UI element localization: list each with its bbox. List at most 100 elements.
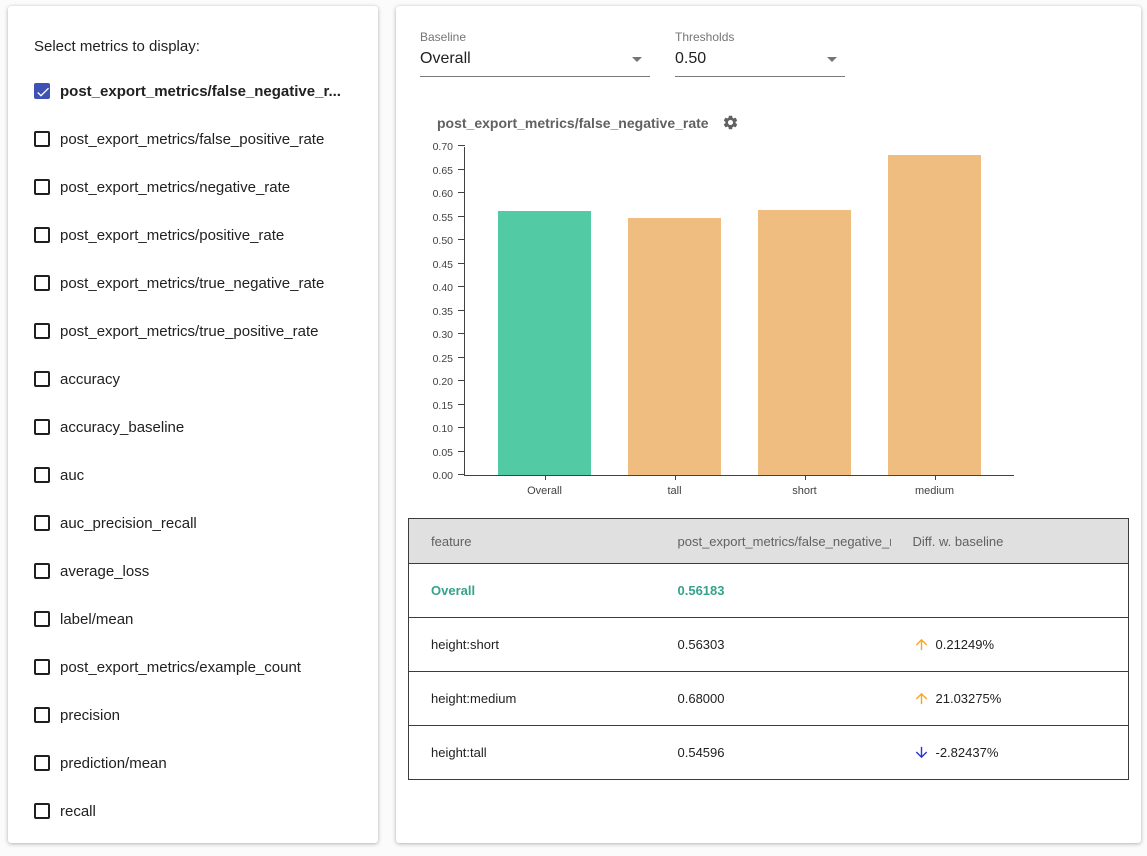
down-arrow-icon — [913, 744, 930, 761]
metric-checkbox-item[interactable]: accuracy — [34, 355, 358, 403]
y-tick-mark — [458, 404, 465, 405]
x-axis-label: Overall — [485, 485, 605, 497]
checkbox-icon[interactable] — [34, 467, 50, 483]
x-axis-label: short — [745, 485, 865, 497]
checkbox-icon[interactable] — [34, 755, 50, 771]
metric-checkbox-item[interactable]: auc_precision_recall — [34, 499, 358, 547]
bar-short[interactable] — [758, 210, 851, 475]
metric-checkbox-item[interactable]: recall — [34, 787, 358, 835]
x-axis-label: tall — [615, 485, 735, 497]
metric-item-label: label/mean — [60, 611, 133, 628]
chart-title-row: post_export_metrics/false_negative_rate — [420, 114, 1117, 131]
y-tick-label: 0.35 — [433, 307, 453, 317]
feature-cell: height:medium — [409, 672, 656, 726]
y-tick-label: 0.10 — [433, 424, 453, 434]
y-tick-mark — [458, 216, 465, 217]
y-tick-label: 0.25 — [433, 354, 453, 364]
metric-checkbox-item[interactable]: accuracy_baseline — [34, 403, 358, 451]
thresholds-dropdown[interactable]: Thresholds 0.50 — [675, 30, 845, 77]
metric-checkbox-item[interactable]: post_export_metrics/example_count — [34, 643, 358, 691]
x-tick-mark — [545, 476, 546, 480]
checkbox-icon[interactable] — [34, 371, 50, 387]
metric-item-label: post_export_metrics/true_positive_rate — [60, 323, 318, 340]
checkbox-icon[interactable] — [34, 515, 50, 531]
chevron-down-icon — [632, 57, 642, 62]
checkbox-icon[interactable] — [34, 323, 50, 339]
controls-row: Baseline Overall Thresholds 0.50 — [420, 30, 1117, 77]
checkbox-icon[interactable] — [34, 179, 50, 195]
diff-percent-text: 0.21249% — [936, 637, 995, 652]
baseline-value-row[interactable]: Overall — [420, 48, 650, 77]
y-tick-label: 0.60 — [433, 189, 453, 199]
bar-tall[interactable] — [628, 218, 721, 475]
checkbox-icon[interactable] — [34, 83, 50, 99]
metric-item-label: auc_precision_recall — [60, 515, 197, 532]
feature-cell: height:short — [409, 618, 656, 672]
metric-item-label: precision — [60, 707, 120, 724]
y-tick-label: 0.45 — [433, 260, 453, 270]
y-tick-label: 0.55 — [433, 213, 453, 223]
y-tick-mark — [458, 263, 465, 264]
metric-item-label: prediction/mean — [60, 755, 167, 772]
metric-item-label: accuracy — [60, 371, 120, 388]
metric-checkbox-item[interactable]: post_export_metrics/negative_rate — [34, 163, 358, 211]
y-tick-label: 0.00 — [433, 471, 453, 481]
y-axis: 0.000.050.100.150.200.250.300.350.400.45… — [420, 147, 458, 476]
metric-value-cell: 0.54596 — [656, 726, 891, 780]
y-tick-mark — [458, 427, 465, 428]
checkbox-icon[interactable] — [34, 275, 50, 291]
bar-medium[interactable] — [888, 155, 981, 475]
chart-title: post_export_metrics/false_negative_rate — [437, 115, 709, 131]
thresholds-selected-value: 0.50 — [675, 50, 706, 68]
metric-list: post_export_metrics/false_negative_r... … — [34, 67, 358, 835]
table-row: height:tall 0.54596 -2.82437% — [409, 726, 1129, 780]
metric-item-label: accuracy_baseline — [60, 419, 184, 436]
x-axis-label: medium — [875, 485, 995, 497]
checkbox-icon[interactable] — [34, 419, 50, 435]
diff-cell — [913, 564, 1129, 617]
y-tick-label: 0.40 — [433, 283, 453, 293]
metric-item-label: auc — [60, 467, 84, 484]
metric-checkbox-item[interactable]: post_export_metrics/false_positive_rate — [34, 115, 358, 163]
metric-item-label: post_export_metrics/true_negative_rate — [60, 275, 324, 292]
checkbox-icon[interactable] — [34, 803, 50, 819]
header-metric: post_export_metrics/false_negative_rat..… — [656, 519, 891, 564]
chevron-down-icon — [827, 57, 837, 62]
metric-checkbox-item[interactable]: post_export_metrics/true_negative_rate — [34, 259, 358, 307]
y-tick-label: 0.20 — [433, 377, 453, 387]
baseline-label: Baseline — [420, 30, 650, 44]
checkbox-icon[interactable] — [34, 659, 50, 675]
checkbox-icon[interactable] — [34, 611, 50, 627]
y-tick-label: 0.65 — [433, 166, 453, 176]
header-diff: Diff. w. baseline — [891, 519, 1129, 564]
metric-checkbox-item[interactable]: precision — [34, 691, 358, 739]
checkbox-icon[interactable] — [34, 227, 50, 243]
y-tick-label: 0.50 — [433, 236, 453, 246]
metric-value-cell: 0.68000 — [656, 672, 891, 726]
checkbox-icon[interactable] — [34, 707, 50, 723]
metric-checkbox-item[interactable]: average_loss — [34, 547, 358, 595]
chart-plot-area: Overalltallshortmedium — [464, 147, 1014, 476]
metric-checkbox-item[interactable]: auc — [34, 451, 358, 499]
baseline-dropdown[interactable]: Baseline Overall — [420, 30, 650, 77]
y-tick-mark — [458, 474, 465, 475]
feature-cell: height:tall — [409, 726, 656, 780]
metric-checkbox-item[interactable]: label/mean — [34, 595, 358, 643]
bar-Overall[interactable] — [498, 211, 591, 475]
metric-selector-panel: Select metrics to display: post_export_m… — [8, 6, 378, 843]
checkbox-icon[interactable] — [34, 563, 50, 579]
y-tick-mark — [458, 310, 465, 311]
metric-checkbox-item[interactable]: post_export_metrics/false_negative_r... — [34, 67, 358, 115]
metric-checkbox-item[interactable]: post_export_metrics/positive_rate — [34, 211, 358, 259]
metric-checkbox-item[interactable]: post_export_metrics/true_positive_rate — [34, 307, 358, 355]
y-tick-mark — [458, 451, 465, 452]
metric-item-label: post_export_metrics/example_count — [60, 659, 301, 676]
check-icon — [35, 84, 51, 100]
thresholds-value-row[interactable]: 0.50 — [675, 48, 845, 77]
metric-checkbox-item[interactable]: prediction/mean — [34, 739, 358, 787]
gear-icon[interactable] — [722, 114, 739, 131]
diff-cell: 21.03275% — [913, 672, 1129, 725]
x-tick-mark — [675, 476, 676, 480]
y-tick-label: 0.05 — [433, 448, 453, 458]
checkbox-icon[interactable] — [34, 131, 50, 147]
